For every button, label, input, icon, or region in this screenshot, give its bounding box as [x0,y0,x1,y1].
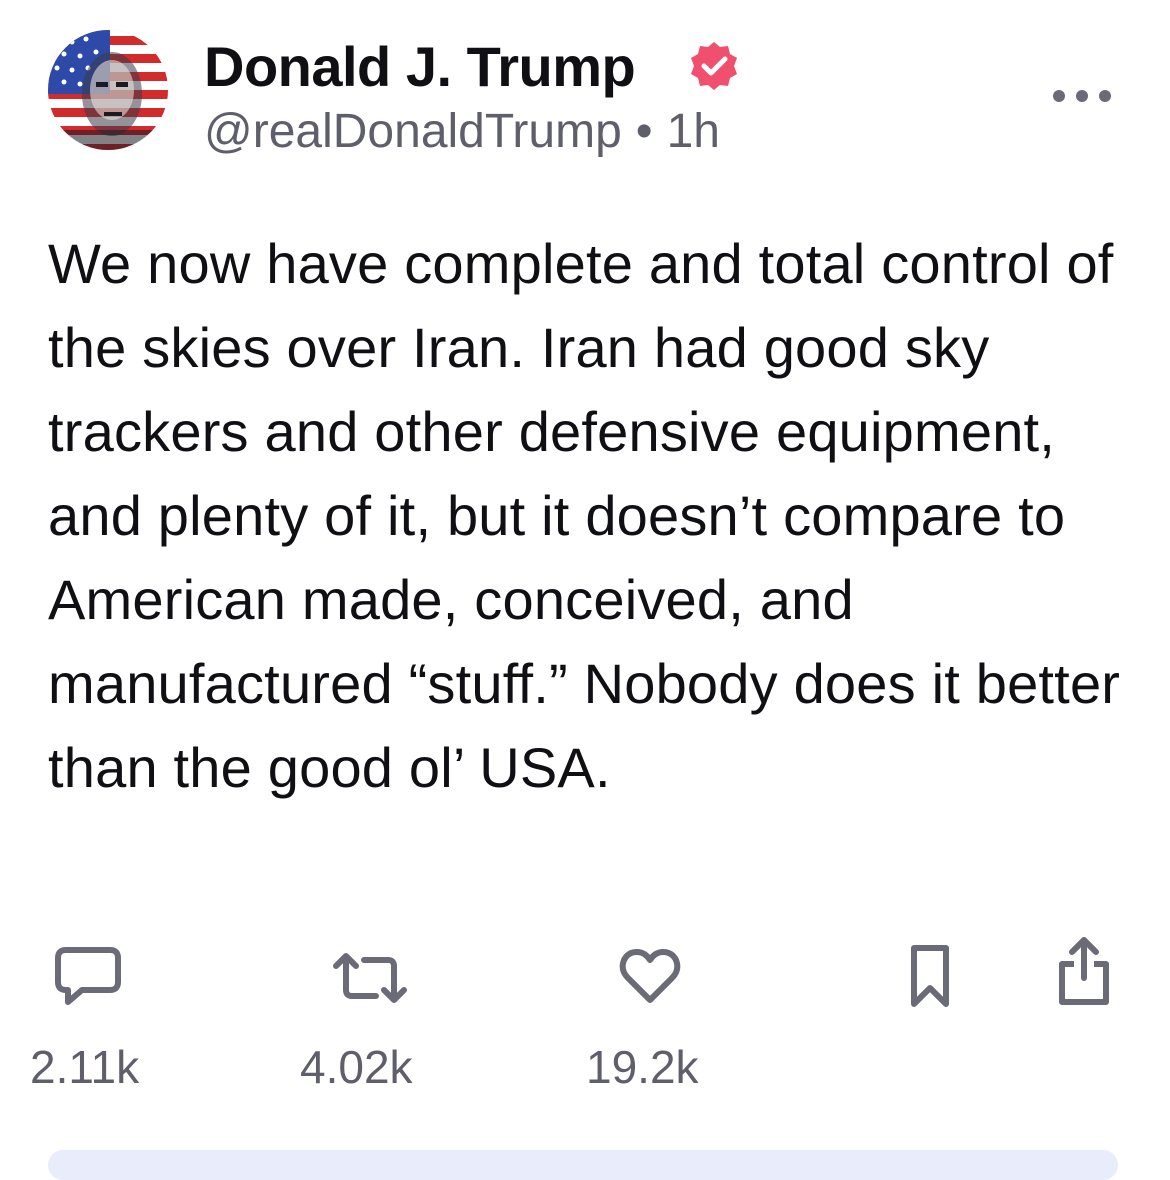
next-card-edge [48,1150,1118,1180]
repost-arrows-icon [333,953,407,1003]
post-card: Donald J. Trump @realDonaldTrump • 1h We n… [0,0,1170,1180]
post-time[interactable]: 1h [667,105,720,158]
bookmark-icon [911,945,949,1007]
repost-button[interactable] [330,948,410,1008]
speech-bubble-icon [55,947,121,1005]
heart-icon [619,949,681,1003]
flag-portrait-avatar-image [48,30,168,150]
like-button[interactable] [618,946,682,1006]
avatar[interactable] [48,30,168,150]
ellipsis-icon [1053,90,1111,102]
verified-badge-icon [688,40,740,92]
bookmark-button[interactable] [906,942,954,1010]
share-button[interactable] [1054,934,1114,1008]
handle[interactable]: @realDonaldTrump [204,105,622,158]
reply-count: 2.11k [30,1041,140,1093]
more-options-button[interactable] [1050,84,1114,108]
reply-button[interactable] [52,944,124,1008]
share-icon [1059,937,1109,1005]
post-body: We now have complete and total control o… [48,232,1121,799]
like-count: 19.2k [586,1041,699,1093]
repost-count: 4.02k [300,1041,413,1093]
display-name[interactable]: Donald J. Trump [204,34,636,99]
separator-dot: • [635,105,653,158]
handle-row: @realDonaldTrump • 1h [204,104,720,159]
